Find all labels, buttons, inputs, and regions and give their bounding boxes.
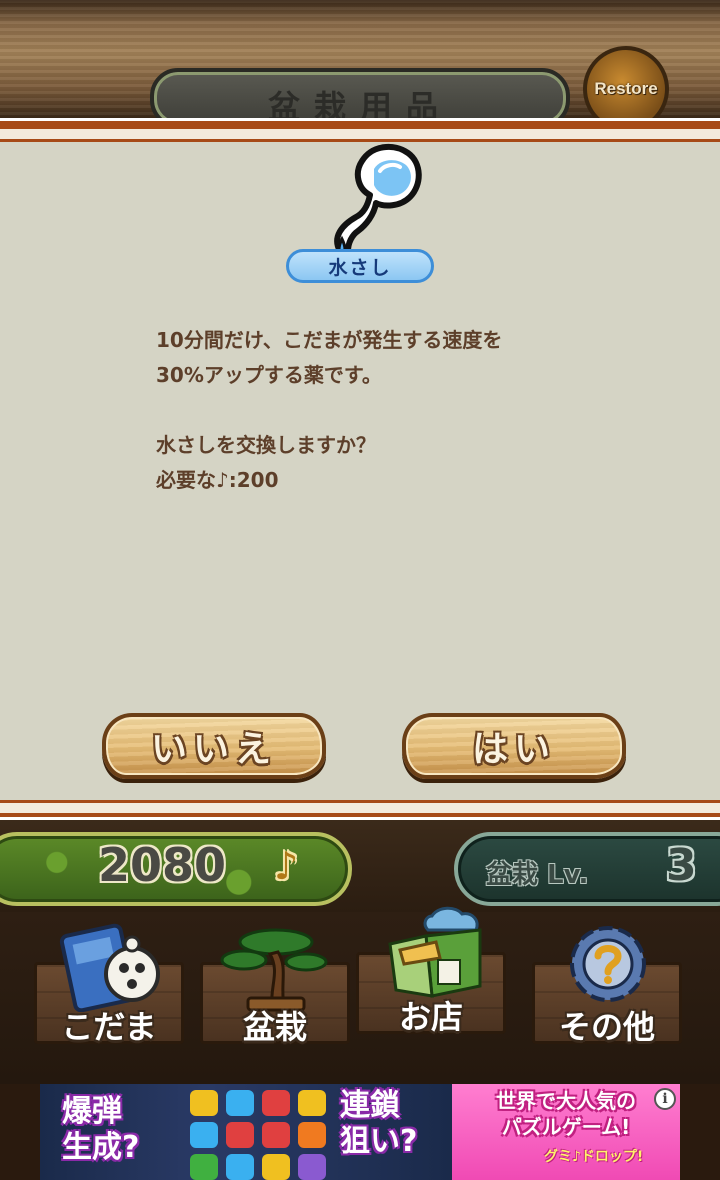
description-line: 10分間だけ、こだまが発生する速度を: [156, 328, 503, 352]
item-name-badge: 水さし: [286, 249, 434, 283]
ad-tagline-line: 世界で大人気の: [496, 1089, 636, 1113]
description-line: 30%アップする薬です。: [156, 363, 382, 387]
bonsai-level: 盆栽 Lv. 3: [454, 832, 720, 906]
description-gap: [156, 393, 636, 428]
ad-text-line: 生成?: [62, 1130, 140, 1165]
level-value: 3: [666, 840, 697, 891]
gem-icon: [190, 1122, 218, 1148]
notes-value: 2080: [98, 838, 227, 892]
restore-label: Restore: [594, 79, 658, 98]
shop-icon: [388, 906, 482, 998]
ad-tagline: 世界で大人気の パズルゲーム!: [466, 1088, 666, 1140]
ad-text-line: 爆弾: [62, 1094, 122, 1129]
music-note-icon: ♪: [274, 844, 299, 888]
top-header: 盆栽用品 Restore: [0, 0, 720, 132]
info-icon[interactable]: i: [654, 1088, 676, 1110]
yes-button[interactable]: はい: [402, 713, 626, 779]
gem-icon: [298, 1090, 326, 1116]
notes-counter: 2080 ♪: [0, 832, 352, 906]
ad-text-chain: 連鎖 狙い?: [340, 1088, 417, 1160]
gem-icon: [262, 1090, 290, 1116]
nav-other[interactable]: その他: [532, 912, 682, 1062]
watering-can-icon: [334, 143, 422, 262]
nav-shop-label: お店: [398, 998, 463, 1036]
bottom-nav: こだま 盆栽 お店 その他: [0, 906, 720, 1084]
kodama-book-icon: [59, 923, 160, 1012]
nav-bonsai-label: 盆栽: [242, 1008, 307, 1046]
ad-text-line: 連鎖: [340, 1088, 400, 1123]
gem-icon: [298, 1122, 326, 1148]
dialog-bottom-stripe: [0, 789, 720, 817]
ad-banner[interactable]: 爆弾 生成? 連鎖 狙い? 世界で大人気の パズルゲーム! グミ♪ドロップ! i: [40, 1084, 680, 1180]
status-bar: 2080 ♪ 盆栽 Lv. 3: [0, 820, 720, 912]
gear-question-icon: [570, 926, 646, 1002]
ad-left-panel: 爆弾 生成? 連鎖 狙い?: [40, 1084, 452, 1180]
yes-button-label: はい: [471, 729, 556, 770]
nav-bonsai[interactable]: 盆栽: [200, 912, 350, 1062]
gem-icon: [262, 1122, 290, 1148]
ad-tagline-line: パズルゲーム!: [501, 1115, 631, 1139]
gem-icon: [298, 1154, 326, 1180]
nav-kodama-label: こだま: [61, 1008, 157, 1046]
gem-icon: [262, 1154, 290, 1180]
nav-other-label: その他: [558, 1008, 655, 1046]
gem-icon: [226, 1154, 254, 1180]
item-name: 水さし: [328, 256, 392, 279]
gem-icon: [190, 1154, 218, 1180]
gem-icon: [190, 1090, 218, 1116]
gem-icon: [226, 1122, 254, 1148]
description-line: 必要な♪:200: [156, 468, 279, 492]
ad-text-bomb: 爆弾 生成?: [62, 1094, 139, 1166]
ad-right-panel: 世界で大人気の パズルゲーム! グミ♪ドロップ! i: [452, 1084, 680, 1180]
ad-brand: グミ♪ドロップ!: [544, 1149, 644, 1165]
bonsai-tree-icon: [220, 928, 328, 1012]
info-glyph: i: [662, 1091, 668, 1107]
item-description: 10分間だけ、こだまが発生する速度を 30%アップする薬です。 水さしを交換しま…: [156, 323, 636, 498]
nav-kodama[interactable]: こだま: [34, 912, 184, 1062]
exchange-dialog: 水さし 10分間だけ、こだまが発生する速度を 30%アップする薬です。 水さしを…: [0, 118, 720, 820]
level-label: 盆栽 Lv.: [486, 860, 589, 890]
nav-shop[interactable]: お店: [356, 902, 506, 1052]
description-line: 水さしを交換しますか？: [156, 433, 376, 457]
ad-text-line: 狙い?: [340, 1124, 418, 1159]
gem-icon: [226, 1090, 254, 1116]
no-button[interactable]: いいえ: [102, 713, 326, 779]
no-button-label: いいえ: [150, 729, 277, 770]
